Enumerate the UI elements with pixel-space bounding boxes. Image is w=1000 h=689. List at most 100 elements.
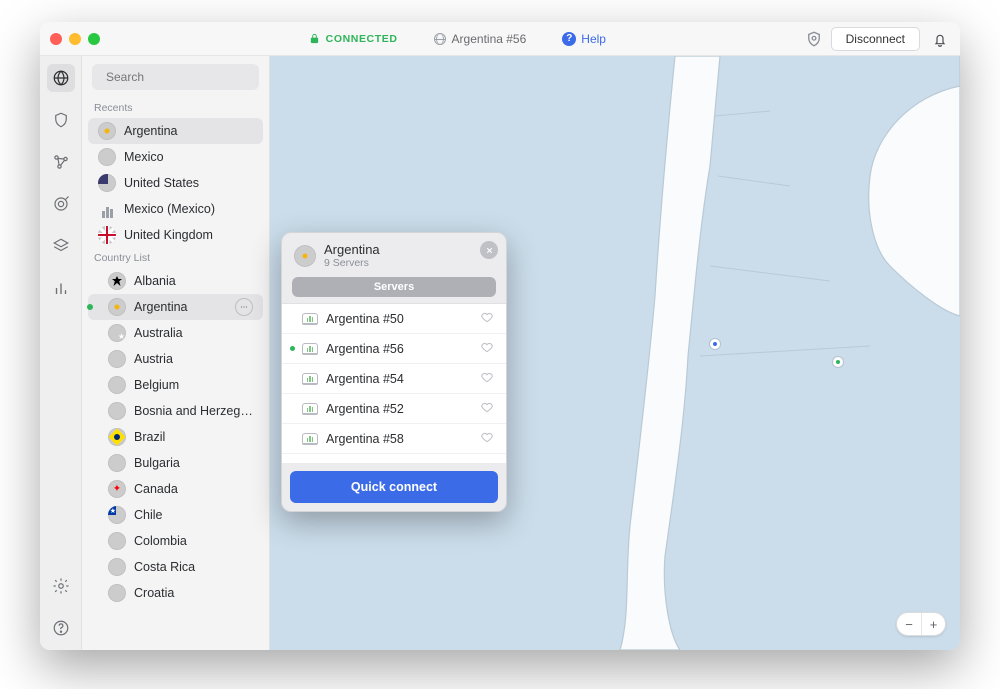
country-item[interactable]: Austria (88, 346, 263, 372)
flag-icon (108, 558, 126, 576)
server-item-label: Argentina #50 (326, 312, 404, 326)
threat-protection-icon[interactable] (805, 30, 823, 48)
server-list[interactable]: Argentina #50Argentina #56Argentina #54A… (282, 303, 506, 463)
country-item[interactable]: Croatia (88, 580, 263, 606)
flag-icon (108, 298, 126, 316)
search-wrap (82, 56, 269, 98)
flag-icon (98, 122, 116, 140)
minimize-window-icon[interactable] (69, 33, 81, 45)
close-window-icon[interactable] (50, 33, 62, 45)
country-item[interactable]: Colombia (88, 528, 263, 554)
nav-countries-icon[interactable] (47, 64, 75, 92)
sidebar-item-label: Australia (134, 326, 183, 340)
map-pin-argentina[interactable] (833, 357, 843, 367)
nav-settings-icon[interactable] (47, 572, 75, 600)
country-item[interactable]: Australia (88, 320, 263, 346)
country-item[interactable]: Bosnia and Herzeg… (88, 398, 263, 424)
flag-icon (108, 350, 126, 368)
country-item[interactable]: Albania (88, 268, 263, 294)
favorite-button[interactable] (480, 460, 494, 463)
server-item[interactable]: Argentina #55 (282, 454, 506, 463)
flag-icon (108, 324, 126, 342)
more-options-button[interactable] (235, 298, 253, 316)
favorite-button[interactable] (480, 430, 494, 447)
connection-status: CONNECTED (309, 33, 398, 45)
connected-indicator-icon (290, 346, 295, 351)
lock-icon (309, 33, 320, 44)
map-pin-chile[interactable] (710, 339, 720, 349)
sidebar-item-label: Bosnia and Herzeg… (134, 404, 253, 418)
load-icon (302, 313, 318, 325)
flag-icon (98, 174, 116, 192)
flag-icon (108, 376, 126, 394)
popover-title: Argentina (324, 243, 380, 257)
zoom-window-icon[interactable] (88, 33, 100, 45)
sidebar-list[interactable]: Recents ArgentinaMexicoUnited StatesMexi… (82, 98, 269, 650)
server-item[interactable]: Argentina #54 (282, 364, 506, 394)
favorite-button[interactable] (480, 340, 494, 357)
server-item[interactable]: Argentina #58 (282, 424, 506, 454)
recents-item[interactable]: Mexico (88, 144, 263, 170)
current-server: Argentina #56 (434, 32, 527, 46)
heart-icon (480, 370, 494, 384)
recents-item[interactable]: United States (88, 170, 263, 196)
recents-label: Recents (82, 98, 269, 118)
recents-item[interactable]: Mexico (Mexico) (88, 196, 263, 222)
nav-help-icon[interactable] (47, 614, 75, 642)
load-icon (302, 463, 318, 464)
server-popover: Argentina 9 Servers Servers Argentina #5… (281, 232, 507, 512)
notifications-icon[interactable] (932, 31, 948, 47)
popover-tab-servers[interactable]: Servers (292, 277, 496, 297)
sidebar-item-label: Bulgaria (134, 456, 180, 470)
favorite-button[interactable] (480, 310, 494, 327)
zoom-control: − + (896, 612, 946, 636)
globe-icon (434, 33, 446, 45)
popover-close-button[interactable] (480, 241, 498, 259)
flag-icon (98, 226, 116, 244)
search-input[interactable] (106, 70, 261, 84)
country-item[interactable]: Chile (88, 502, 263, 528)
popover-flag-icon (294, 245, 316, 267)
sidebar: Recents ArgentinaMexicoUnited StatesMexi… (82, 56, 270, 650)
server-item[interactable]: Argentina #50 (282, 304, 506, 334)
sidebar-item-label: Costa Rica (134, 560, 195, 574)
help-link[interactable]: ? Help (562, 32, 606, 46)
quick-connect-button[interactable]: Quick connect (290, 471, 498, 503)
nav-layers-icon[interactable] (47, 232, 75, 260)
status-text: CONNECTED (326, 33, 398, 45)
load-icon (302, 433, 318, 445)
sidebar-item-label: Argentina (134, 300, 188, 314)
nav-shield-icon[interactable] (47, 106, 75, 134)
flag-icon (108, 428, 126, 446)
country-item[interactable]: Costa Rica (88, 554, 263, 580)
titlebar-right: Disconnect (805, 27, 950, 51)
connected-indicator-icon (87, 304, 93, 310)
nav-mesh-icon[interactable] (47, 148, 75, 176)
server-item[interactable]: Argentina #56 (282, 334, 506, 364)
country-item[interactable]: Canada (88, 476, 263, 502)
search-field[interactable] (92, 64, 259, 90)
recents-item[interactable]: Argentina (88, 118, 263, 144)
server-item[interactable]: Argentina #52 (282, 394, 506, 424)
zoom-out-button[interactable]: − (897, 613, 921, 635)
country-item[interactable]: Argentina (88, 294, 263, 320)
country-item[interactable]: Bulgaria (88, 450, 263, 476)
favorite-button[interactable] (480, 400, 494, 417)
nav-target-icon[interactable] (47, 190, 75, 218)
recents-item[interactable]: United Kingdom (88, 222, 263, 248)
sidebar-item-label: Croatia (134, 586, 174, 600)
favorite-button[interactable] (480, 370, 494, 387)
popover-titles: Argentina 9 Servers (324, 243, 380, 269)
disconnect-button[interactable]: Disconnect (831, 27, 920, 51)
current-server-text: Argentina #56 (452, 32, 527, 46)
nav-stats-icon[interactable] (47, 274, 75, 302)
heart-icon (480, 310, 494, 324)
country-item[interactable]: Brazil (88, 424, 263, 450)
country-item[interactable]: Belgium (88, 372, 263, 398)
flag-icon (108, 272, 126, 290)
flag-icon (98, 148, 116, 166)
flag-icon (108, 532, 126, 550)
zoom-in-button[interactable]: + (921, 613, 945, 635)
heart-icon (480, 430, 494, 444)
nav-rail (40, 56, 82, 650)
